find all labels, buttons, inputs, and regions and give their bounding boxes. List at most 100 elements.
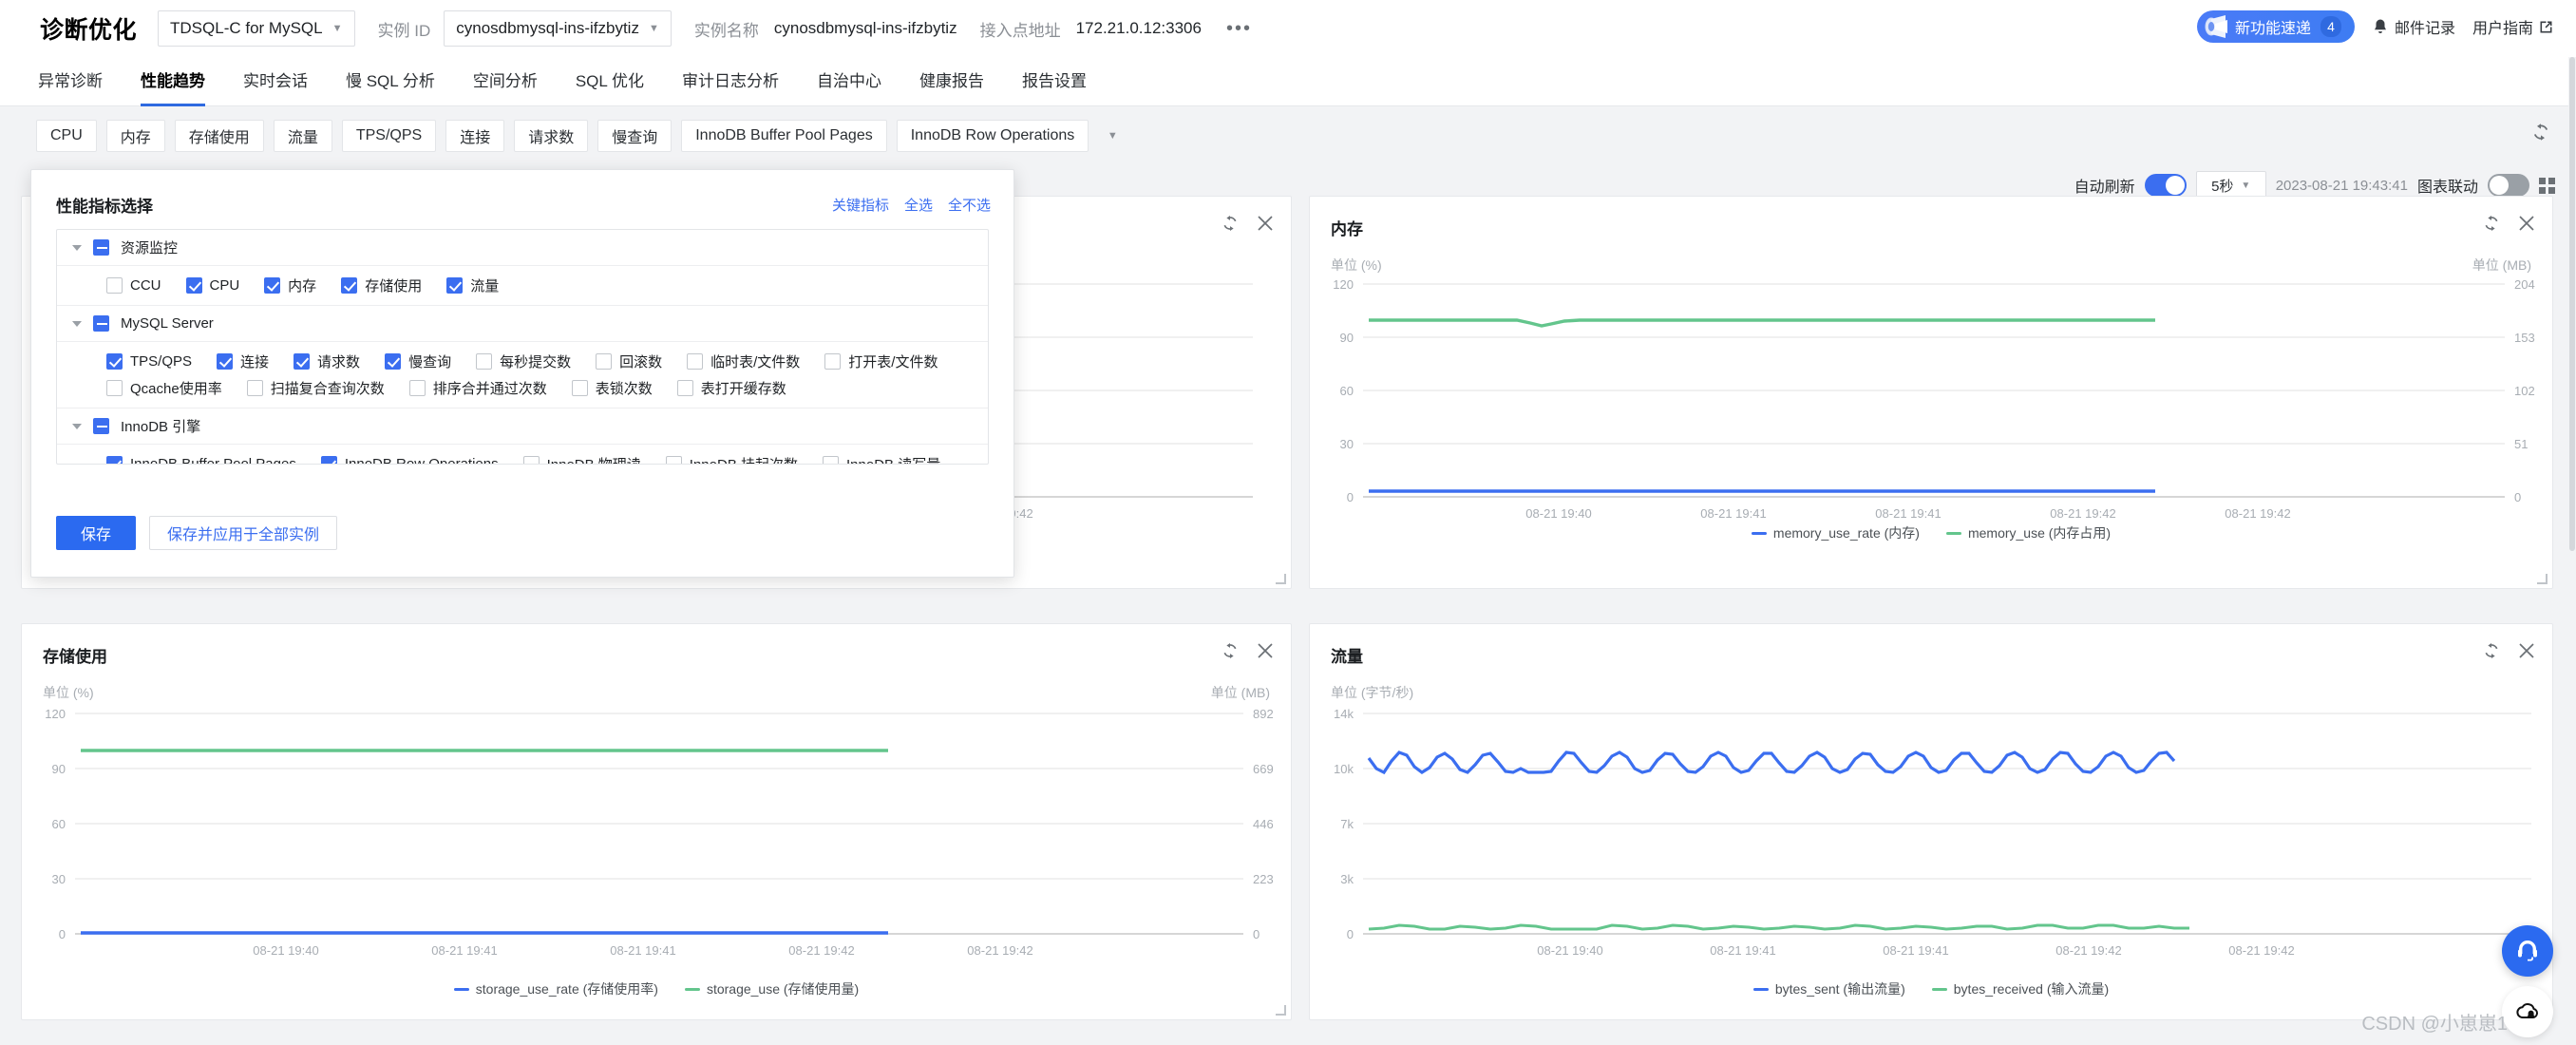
tab-audit-log-analysis[interactable]: 审计日志分析 xyxy=(682,57,779,106)
tab-sql-optimization[interactable]: SQL 优化 xyxy=(576,57,644,106)
checkbox-innodb-row-operations[interactable]: InnoDB Row Operations xyxy=(320,456,499,464)
tab-abnormal-diagnosis[interactable]: 异常诊断 xyxy=(38,57,103,106)
checkbox-table-open-cache[interactable]: 表打开缓存数 xyxy=(676,378,786,398)
legend-item-storage-use[interactable]: storage_use (存储使用量) xyxy=(684,979,859,998)
chart-close-icon[interactable] xyxy=(2518,215,2535,237)
tab-space-analysis[interactable]: 空间分析 xyxy=(473,57,538,106)
chip-requests[interactable]: 请求数 xyxy=(514,120,589,152)
scrollbar-thumb[interactable] xyxy=(2569,57,2575,551)
chip-tps-qps[interactable]: TPS/QPS xyxy=(341,120,437,152)
checkbox-row: TPS/QPS 连接 请求数 慢查询 每秒提交数 回滚数 临时表/文件数 打开表… xyxy=(106,352,988,371)
legend-item-storage-use-rate[interactable]: storage_use_rate (存储使用率) xyxy=(453,979,658,998)
metric-chip-row: CPU 内存 存储使用 流量 TPS/QPS 连接 请求数 慢查询 InnoDB… xyxy=(0,106,2576,165)
checkbox-innodb-buffer-pool-pages[interactable]: InnoDB Buffer Pool Pages xyxy=(106,456,296,465)
checkbox-innodb-pending[interactable]: InnoDB 挂起次数 xyxy=(665,454,798,464)
chip-expand-chevron-down-icon[interactable]: ▼ xyxy=(1098,120,1127,152)
group-header-resource-monitoring[interactable]: 资源监控 xyxy=(57,230,988,266)
link-select-all[interactable]: 全选 xyxy=(904,195,933,215)
checkbox-label: InnoDB Buffer Pool Pages xyxy=(130,456,296,465)
save-apply-all-button[interactable]: 保存并应用于全部实例 xyxy=(149,516,338,550)
checkbox-slow-query[interactable]: 慢查询 xyxy=(385,352,451,371)
checkbox-innodb-physical-read[interactable]: InnoDB 物理读 xyxy=(522,454,641,464)
chart-refresh-icon[interactable] xyxy=(2482,214,2501,238)
panel-resize-handle[interactable] xyxy=(1276,574,1286,584)
chart-close-icon[interactable] xyxy=(2518,642,2535,664)
chip-innodb-buffer-pool-pages[interactable]: InnoDB Buffer Pool Pages xyxy=(681,120,887,152)
checkbox-innodb-read-write[interactable]: InnoDB 读写量 xyxy=(823,454,940,464)
tab-autonomy-center[interactable]: 自治中心 xyxy=(817,57,881,106)
legend-label: memory_use_rate (内存) xyxy=(1772,525,1920,541)
checkbox-cpu[interactable]: CPU xyxy=(185,277,239,294)
y-tick-labels-left: 120 90 60 30 0 xyxy=(45,707,66,941)
instance-id-select[interactable]: cynosdbmysql-ins-ifzbytiz ▼ xyxy=(444,10,672,47)
chip-cpu[interactable]: CPU xyxy=(36,120,97,152)
chip-connections[interactable]: 连接 xyxy=(445,120,505,152)
save-button[interactable]: 保存 xyxy=(56,516,136,550)
tab-health-report[interactable]: 健康报告 xyxy=(919,57,984,106)
chip-slow-query[interactable]: 慢查询 xyxy=(597,120,672,152)
checkbox-commits-per-sec[interactable]: 每秒提交数 xyxy=(476,352,571,371)
checkbox-scan-composite-query[interactable]: 扫描复合查询次数 xyxy=(246,378,385,398)
legend-item-memory-use[interactable]: memory_use (内存占用) xyxy=(1945,523,2111,542)
chip-storage[interactable]: 存储使用 xyxy=(174,120,264,152)
chevron-down-icon[interactable] xyxy=(72,423,82,429)
group-checkbox-resource-monitoring[interactable] xyxy=(93,239,109,256)
tab-realtime-session[interactable]: 实时会话 xyxy=(243,57,308,106)
chart-close-icon[interactable] xyxy=(1257,642,1274,664)
mail-records-button[interactable]: 邮件记录 xyxy=(2372,15,2455,38)
svg-text:7k: 7k xyxy=(1340,817,1354,831)
legend-item-memory-use-rate[interactable]: memory_use_rate (内存) xyxy=(1751,523,1920,542)
checkbox-memory[interactable]: 内存 xyxy=(264,276,316,295)
tab-performance-trend[interactable]: 性能趋势 xyxy=(141,57,205,106)
more-actions-icon[interactable]: ••• xyxy=(1226,19,1252,38)
checkbox-rollbacks[interactable]: 回滚数 xyxy=(596,352,662,371)
checkbox-connections[interactable]: 连接 xyxy=(217,352,269,371)
chip-memory[interactable]: 内存 xyxy=(105,120,165,152)
checkbox-ccu[interactable]: CCU xyxy=(106,277,161,294)
checkbox-table-locks[interactable]: 表锁次数 xyxy=(571,378,653,398)
svg-text:10k: 10k xyxy=(1334,762,1354,776)
checkbox-label: CCU xyxy=(130,277,161,294)
checkbox-storage[interactable]: 存储使用 xyxy=(341,276,422,295)
engine-select[interactable]: TDSQL-C for MySQL ▼ xyxy=(158,10,355,47)
checkbox-label: 存储使用 xyxy=(365,278,423,294)
chart-close-icon[interactable] xyxy=(1257,215,1274,237)
chip-traffic[interactable]: 流量 xyxy=(273,120,332,152)
user-guide-button[interactable]: 用户指南 xyxy=(2472,15,2553,38)
checkbox-temp-tables-files[interactable]: 临时表/文件数 xyxy=(687,352,800,371)
panel-resize-handle[interactable] xyxy=(1276,1005,1286,1016)
group-header-innodb-engine[interactable]: InnoDB 引擎 xyxy=(57,408,988,445)
checkbox-traffic[interactable]: 流量 xyxy=(446,276,499,295)
checkbox-sort-merge-passes[interactable]: 排序合并通过次数 xyxy=(408,378,547,398)
cloud-notification-button[interactable] xyxy=(2502,986,2553,1037)
tab-slow-sql-analysis[interactable]: 慢 SQL 分析 xyxy=(346,57,435,106)
checkbox-open-tables-files[interactable]: 打开表/文件数 xyxy=(824,352,938,371)
chip-innodb-row-operations[interactable]: InnoDB Row Operations xyxy=(896,120,1089,152)
nav-tabs: 异常诊断 性能趋势 实时会话 慢 SQL 分析 空间分析 SQL 优化 审计日志… xyxy=(0,57,2576,106)
global-refresh-button[interactable] xyxy=(2530,122,2551,147)
group-checkbox-mysql-server[interactable] xyxy=(93,315,109,332)
group-checkbox-innodb-engine[interactable] xyxy=(93,418,109,434)
group-header-mysql-server[interactable]: MySQL Server xyxy=(57,306,988,342)
chevron-down-icon[interactable] xyxy=(72,244,82,251)
legend-item-bytes-sent[interactable]: bytes_sent (输出流量) xyxy=(1752,979,1905,998)
legend-item-bytes-received[interactable]: bytes_received (输入流量) xyxy=(1931,979,2109,998)
tab-report-settings[interactable]: 报告设置 xyxy=(1022,57,1087,106)
dialog-footer: 保存 保存并应用于全部实例 xyxy=(56,516,338,550)
new-feature-button[interactable]: 新功能速递 4 xyxy=(2196,10,2355,43)
page-scrollbar[interactable] xyxy=(2568,57,2576,1045)
chart-link-toggle[interactable] xyxy=(2488,174,2529,197)
layout-grid-icon[interactable] xyxy=(2539,177,2555,194)
support-chat-button[interactable] xyxy=(2502,925,2553,977)
panel-resize-handle[interactable] xyxy=(2537,574,2548,584)
auto-refresh-toggle[interactable] xyxy=(2144,174,2187,197)
chart-refresh-icon[interactable] xyxy=(1221,641,1240,665)
chart-refresh-icon[interactable] xyxy=(1221,214,1240,238)
checkbox-requests[interactable]: 请求数 xyxy=(294,352,360,371)
checkbox-qcache-usage[interactable]: Qcache使用率 xyxy=(106,378,222,398)
link-key-metrics[interactable]: 关键指标 xyxy=(832,195,889,215)
chevron-down-icon[interactable] xyxy=(72,320,82,327)
chart-refresh-icon[interactable] xyxy=(2482,641,2501,665)
link-deselect-all[interactable]: 全不选 xyxy=(948,195,991,215)
checkbox-tps-qps[interactable]: TPS/QPS xyxy=(106,353,192,370)
